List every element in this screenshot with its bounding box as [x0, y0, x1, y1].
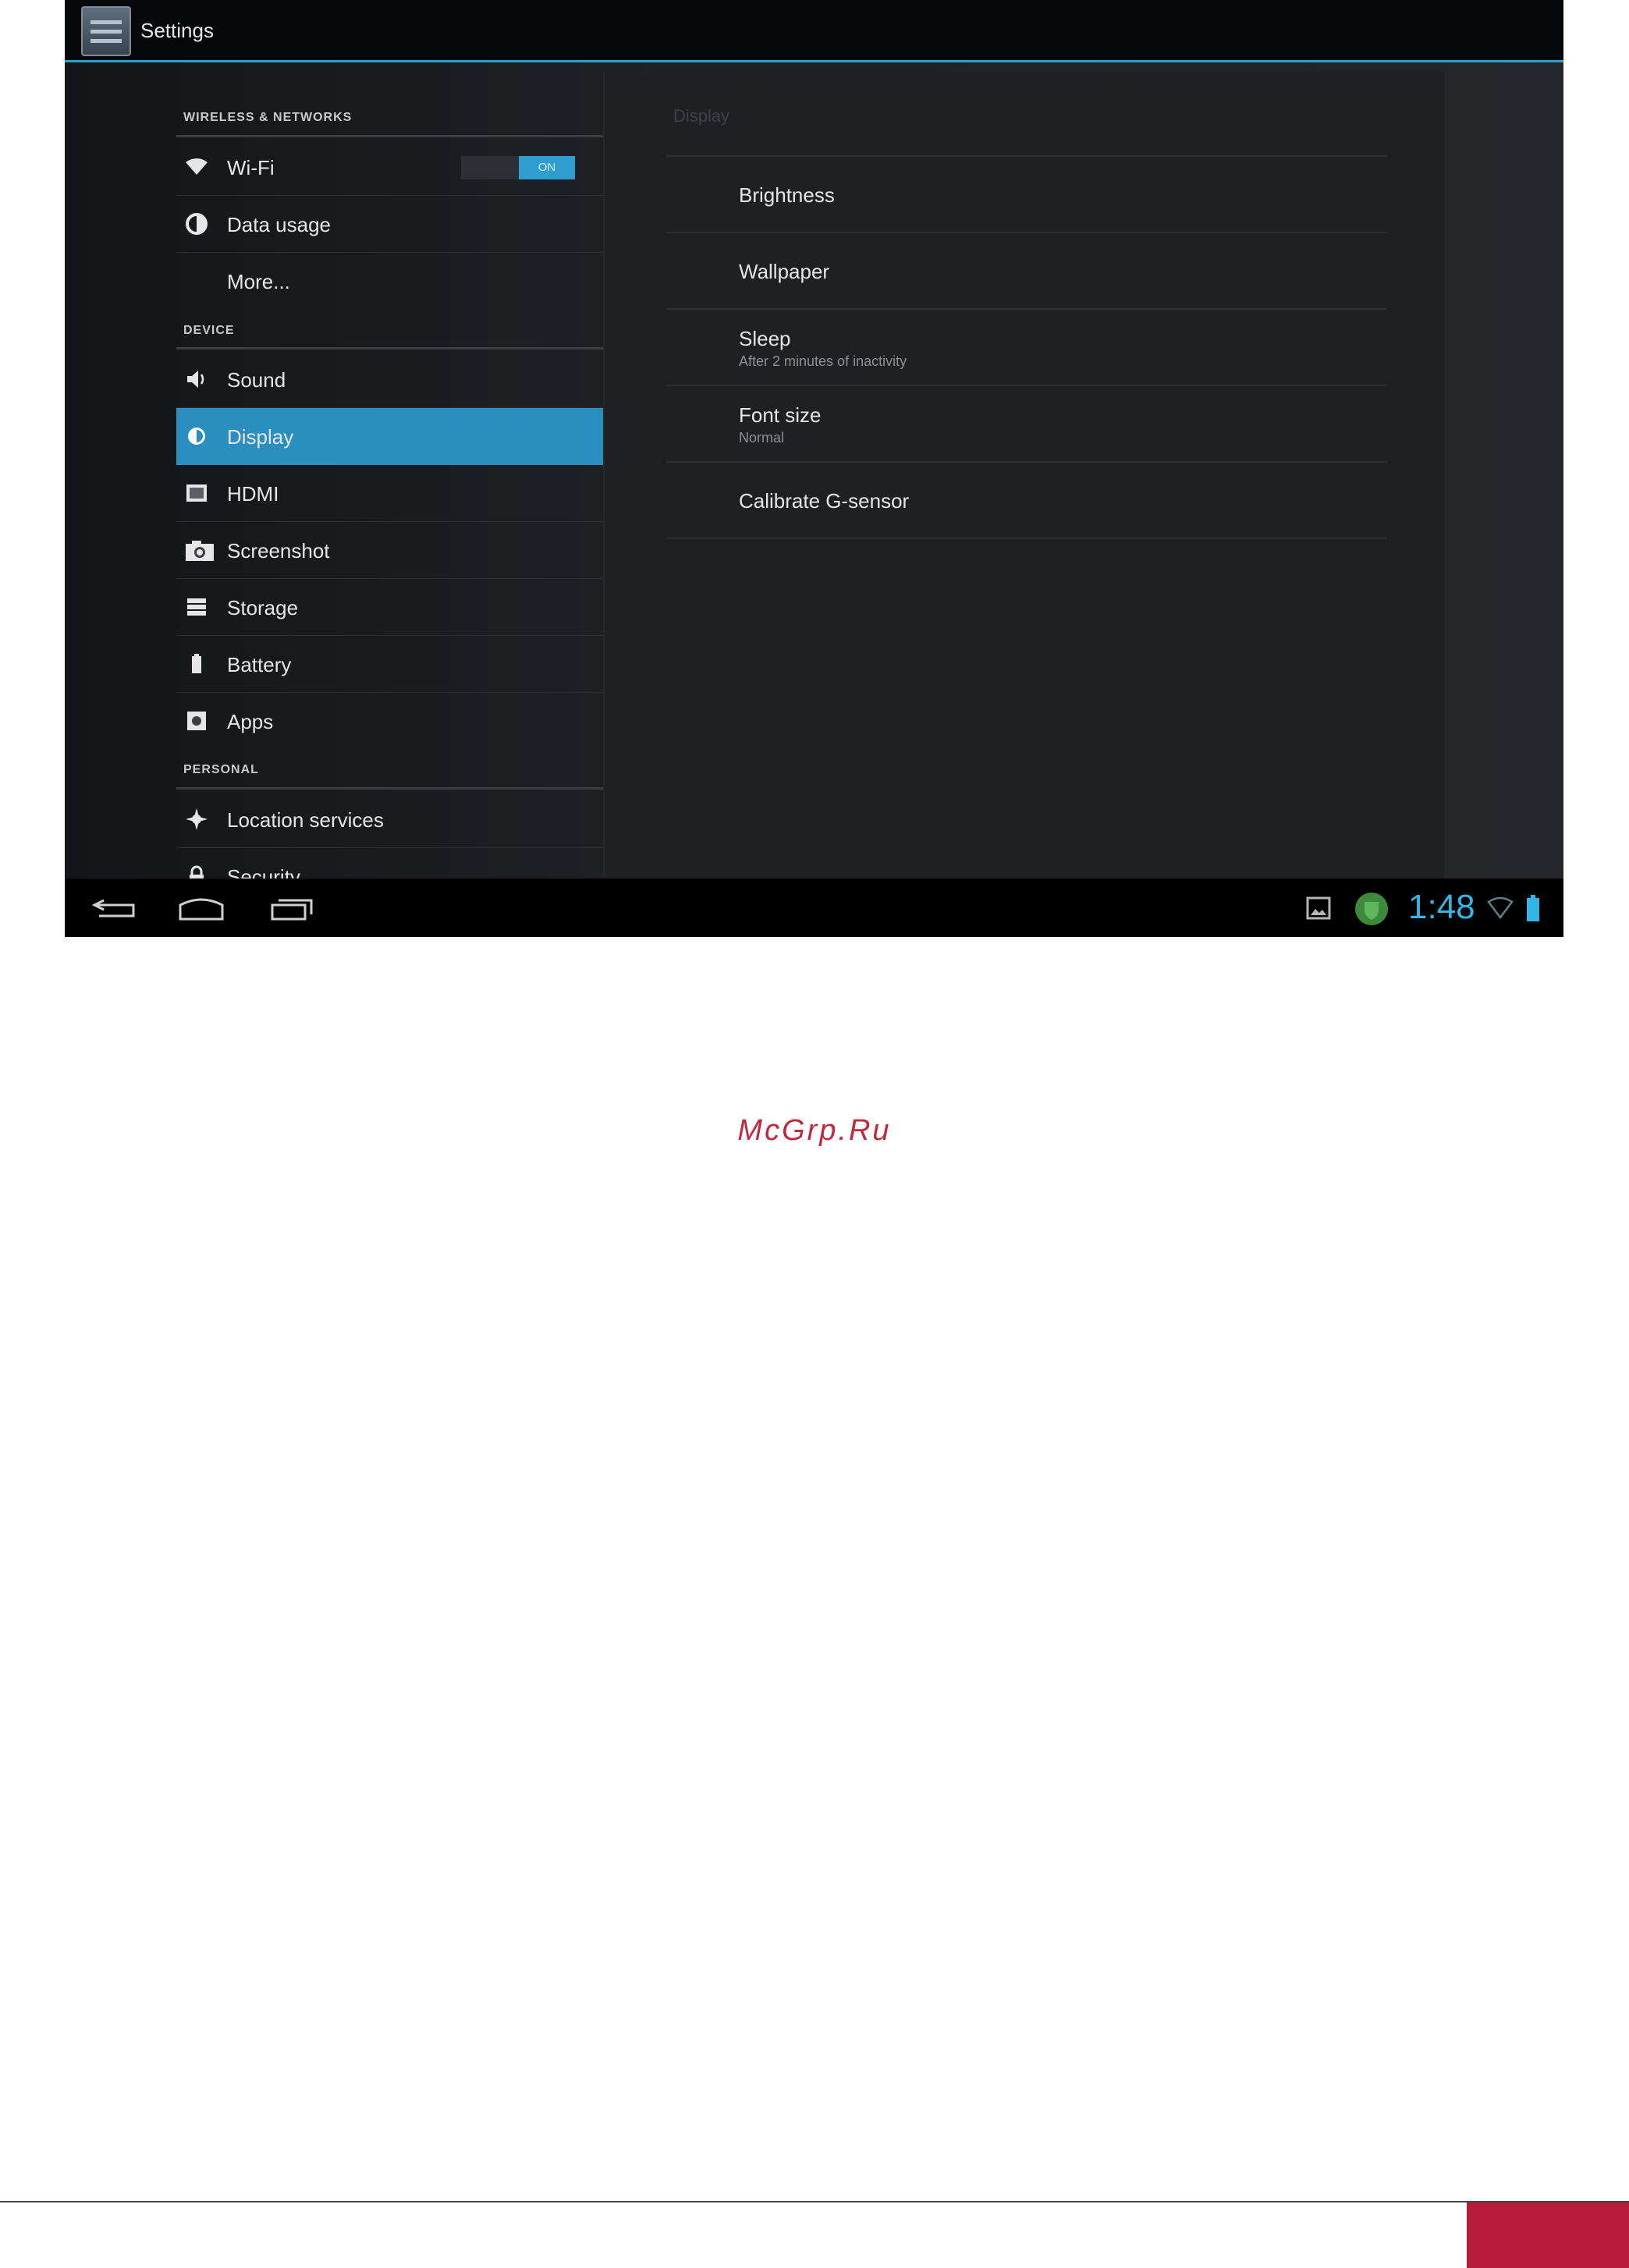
- header-personal: PERSONAL: [183, 763, 259, 776]
- calibrate-g-sensor-setting[interactable]: Calibrate G-sensor: [667, 463, 1386, 538]
- wifi-icon: [186, 158, 208, 175]
- speaker-icon: [187, 371, 204, 388]
- settings-item-label: Storage: [227, 596, 299, 619]
- system-navigation-bar: 1:48: [65, 878, 1563, 937]
- display-settings-pane: Display Brightness Wallpaper Sleep After…: [603, 72, 1446, 878]
- pane-title: Display: [673, 106, 730, 126]
- settings-item-storage[interactable]: Storage: [176, 579, 665, 636]
- brightness-setting[interactable]: Brightness: [667, 157, 1386, 232]
- wifi-signal-icon: [1487, 897, 1514, 919]
- footer-page-tab: [1467, 2202, 1629, 2268]
- settings-item-label: Location services: [227, 808, 384, 832]
- location-icon: [186, 808, 208, 830]
- wifi-toggle-on-label: ON: [519, 156, 575, 179]
- settings-item-location-services[interactable]: Location services: [176, 791, 665, 848]
- display-brightness-icon: [188, 428, 205, 445]
- sleep-setting[interactable]: Sleep After 2 minutes of inactivity: [667, 310, 1386, 385]
- header-wireless-networks: WIRELESS & NETWORKS: [183, 111, 353, 124]
- settings-item-label: Sound: [227, 368, 286, 392]
- settings-item-apps[interactable]: Apps: [176, 693, 665, 750]
- header-device: DEVICE: [183, 324, 235, 337]
- back-icon[interactable]: [90, 893, 144, 924]
- settings-item-label: Battery: [227, 653, 292, 676]
- setting-title: Calibrate G-sensor: [739, 489, 910, 513]
- setting-title: Sleep: [739, 327, 791, 350]
- settings-item-label: Display: [227, 425, 294, 449]
- settings-item-battery[interactable]: Battery: [176, 636, 665, 693]
- settings-app-icon[interactable]: [81, 6, 131, 56]
- settings-item-more[interactable]: More...: [176, 253, 665, 310]
- data-usage-icon: [186, 213, 208, 235]
- header-divider: [176, 347, 665, 350]
- header-divider: [176, 135, 665, 137]
- settings-headers-list[interactable]: WIRELESS & NETWORKS Wi-Fi ON Data usage …: [176, 62, 665, 878]
- camera-icon: [186, 541, 214, 561]
- settings-item-label: More...: [227, 270, 290, 293]
- apps-icon: [187, 712, 206, 730]
- settings-item-label: Security: [227, 865, 300, 878]
- lock-icon: [190, 865, 204, 878]
- footer-divider: [0, 2201, 1629, 2202]
- recent-apps-icon[interactable]: [266, 893, 321, 924]
- wifi-toggle-switch[interactable]: ON: [461, 156, 575, 179]
- settings-item-display[interactable]: Display: [176, 408, 665, 465]
- settings-item-security[interactable]: Security: [176, 848, 665, 878]
- settings-item-label: Screenshot: [227, 539, 330, 563]
- setting-title: Brightness: [739, 183, 835, 207]
- setting-summary: After 2 minutes of inactivity: [739, 353, 907, 369]
- setting-title: Font size: [739, 403, 822, 427]
- settings-item-label: Data usage: [227, 213, 331, 236]
- wallpaper-setting[interactable]: Wallpaper: [667, 233, 1386, 308]
- settings-item-wifi[interactable]: Wi-Fi ON: [176, 139, 665, 196]
- battery-status-icon: [1527, 895, 1539, 921]
- action-bar-title: Settings: [140, 19, 214, 42]
- action-bar: Settings: [65, 0, 1563, 62]
- settings-item-label: Apps: [227, 710, 274, 733]
- settings-item-screenshot[interactable]: Screenshot: [176, 522, 665, 579]
- setting-summary: Normal: [739, 430, 785, 445]
- settings-item-label: Wi-Fi: [227, 156, 275, 179]
- battery-icon: [192, 654, 201, 673]
- settings-item-data-usage[interactable]: Data usage: [176, 196, 665, 253]
- gallery-notification-icon[interactable]: [1306, 896, 1331, 920]
- clock: 1:48: [1408, 888, 1475, 926]
- settings-item-sound[interactable]: Sound: [176, 351, 665, 408]
- header-divider: [176, 787, 665, 790]
- home-icon[interactable]: [174, 893, 229, 924]
- hdmi-icon: [186, 484, 207, 502]
- watermark-text: McGrp.Ru: [737, 1114, 892, 1147]
- settings-item-label: HDMI: [227, 482, 279, 506]
- security-shield-icon[interactable]: [1354, 891, 1389, 927]
- settings-body: WIRELESS & NETWORKS Wi-Fi ON Data usage …: [65, 62, 1563, 878]
- storage-icon: [187, 598, 206, 616]
- tablet-screen: Settings WIRELESS & NETWORKS Wi-Fi ON Da…: [65, 0, 1563, 937]
- font-size-setting[interactable]: Font size Normal: [667, 386, 1386, 461]
- setting-title: Wallpaper: [739, 260, 830, 283]
- settings-item-hdmi[interactable]: HDMI: [176, 465, 665, 522]
